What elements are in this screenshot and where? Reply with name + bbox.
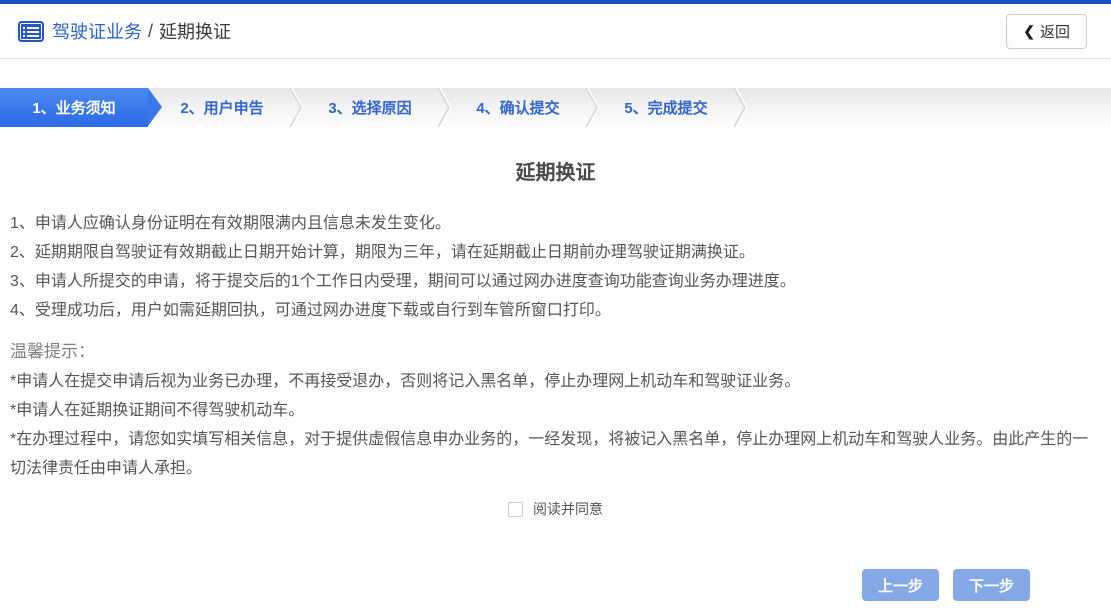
step-5-finish-submit[interactable]: 5、完成提交 xyxy=(592,88,740,127)
step-4-confirm-submit[interactable]: 4、确认提交 xyxy=(444,88,592,127)
tips-title: 温馨提示： xyxy=(10,337,1101,367)
step-separator-icon xyxy=(733,88,747,127)
agree-row: 阅读并同意 xyxy=(10,499,1101,519)
main-content: 延期换证 1、申请人应确认身份证明在有效期限满内且信息未发生变化。 2、延期期限… xyxy=(0,156,1111,519)
license-business-icon xyxy=(18,21,44,42)
step-label: 2、用户申告 xyxy=(180,97,263,118)
step-progress-bar: 1、业务须知 2、用户申告 3、选择原因 4、确认提交 5、完成提交 xyxy=(0,88,1111,127)
notice-line-1: 1、申请人应确认身份证明在有效期限满内且信息未发生变化。 xyxy=(10,209,1101,238)
tip-line-1: *申请人在提交申请后视为业务已办理，不再接受退办，否则将记入黑名单，停止办理网上… xyxy=(10,367,1101,396)
next-step-button[interactable]: 下一步 xyxy=(953,569,1030,601)
back-button-label: 返回 xyxy=(1040,21,1070,42)
page-header: 驾驶证业务 / 延期换证 ❮ 返回 xyxy=(0,4,1111,59)
step-3-choose-reason[interactable]: 3、选择原因 xyxy=(296,88,444,127)
tip-line-2: *申请人在延期换证期间不得驾驶机动车。 xyxy=(10,396,1101,425)
step-label: 4、确认提交 xyxy=(476,97,559,118)
back-arrow-icon: ❮ xyxy=(1023,23,1035,40)
notice-line-3: 3、申请人所提交的申请，将于提交后的1个工作日内受理，期间可以通过网办进度查询功… xyxy=(10,267,1101,296)
step-label: 1、业务须知 xyxy=(32,97,115,118)
agree-checkbox-label[interactable]: 阅读并同意 xyxy=(533,499,603,519)
breadcrumb-separator: / xyxy=(148,21,153,42)
notice-line-2: 2、延期期限自驾驶证有效期截止日期开始计算，期限为三年，请在延期截止日期前办理驾… xyxy=(10,238,1101,267)
breadcrumb-current: 延期换证 xyxy=(159,18,231,44)
footer-actions: 上一步 下一步 xyxy=(0,569,1111,601)
step-2-user-declaration[interactable]: 2、用户申告 xyxy=(148,88,296,127)
step-label: 5、完成提交 xyxy=(624,97,707,118)
page-title: 延期换证 xyxy=(10,156,1101,185)
step-1-business-notice[interactable]: 1、业务须知 xyxy=(0,88,148,127)
previous-step-button[interactable]: 上一步 xyxy=(862,569,939,601)
step-label: 3、选择原因 xyxy=(328,97,411,118)
breadcrumb-section[interactable]: 驾驶证业务 xyxy=(52,18,142,44)
agree-checkbox[interactable] xyxy=(508,502,523,517)
back-button[interactable]: ❮ 返回 xyxy=(1006,14,1087,49)
tip-line-3: *在办理过程中，请您如实填写相关信息，对于提供虚假信息申办业务的，一经发现，将被… xyxy=(10,425,1101,483)
notice-line-4: 4、受理成功后，用户如需延期回执，可通过网办进度下载或自行到车管所窗口打印。 xyxy=(10,296,1101,325)
